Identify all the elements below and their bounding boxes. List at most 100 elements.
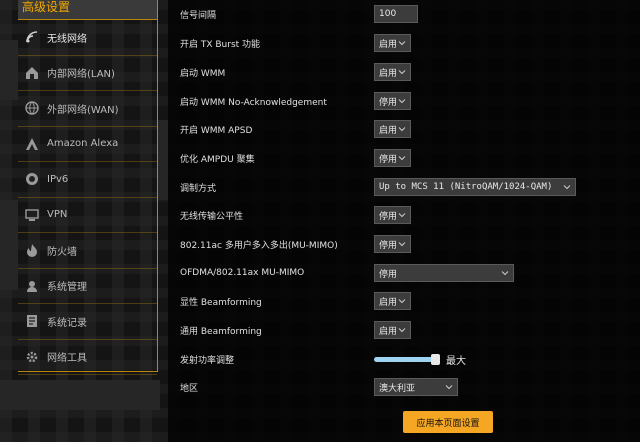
wifi-icon: [24, 29, 40, 45]
sidebar-item-firewall[interactable]: 防火墙: [18, 233, 157, 269]
select-value: 启用: [379, 39, 398, 50]
sidebar-item-label: 网络工具: [47, 353, 87, 365]
tx-power-level: 最大: [446, 355, 466, 367]
sidebar-item-wireless[interactable]: 无线网络: [18, 20, 157, 56]
select-value: 停用: [379, 240, 398, 251]
select-value: 启用: [379, 297, 398, 308]
explicit-beamforming-select[interactable]: 启用: [374, 292, 411, 311]
sidebar-item-ipv6[interactable]: IPv6: [18, 162, 157, 198]
wmm-select[interactable]: 启用: [374, 63, 411, 82]
globe-icon: [24, 100, 40, 116]
sidebar-item-label: 外部网络(WAN): [47, 104, 119, 116]
setting-label: 调制方式: [180, 183, 217, 194]
ipv6-icon: [24, 171, 40, 187]
chevron-down-icon: [398, 156, 406, 161]
tx-burst-select[interactable]: 启用: [374, 34, 411, 53]
setting-label: 地区: [180, 383, 199, 394]
setting-row-wmm: 启动 WMM 启用: [180, 58, 630, 87]
region-select[interactable]: 澳大利亚: [374, 378, 458, 397]
chevron-down-icon: [398, 127, 406, 132]
select-value: Up to MCS 11 (NitroQAM/1024-QAM): [379, 182, 553, 193]
select-value: 澳大利亚: [379, 383, 416, 394]
wmm-apsd-select[interactable]: 启用: [374, 120, 411, 139]
setting-label: 通用 Beamforming: [180, 326, 262, 337]
setting-label: 802.11ac 多用户多入多出(MU-MIMO): [180, 240, 338, 251]
setting-label: 信号间隔: [180, 10, 217, 21]
sidebar-item-label: 系统记录: [47, 317, 87, 329]
setting-label: 优化 AMPDU 聚集: [180, 154, 255, 165]
chevron-down-icon: [501, 271, 509, 276]
slider-thumb[interactable]: [431, 353, 440, 365]
chevron-down-icon: [398, 41, 406, 46]
wmm-noack-select[interactable]: 停用: [374, 92, 411, 111]
slider-track[interactable]: [374, 353, 440, 365]
setting-label: 无线传输公平性: [180, 211, 244, 222]
sidebar-item-admin[interactable]: 系统管理: [18, 269, 157, 304]
setting-label: OFDMA/802.11ax MU-MIMO: [180, 268, 305, 279]
sidebar-item-label: 无线网络: [47, 33, 87, 45]
sidebar-item-label: 系统管理: [47, 282, 87, 294]
setting-row-tx-burst: 开启 TX Burst 功能 启用: [180, 29, 630, 58]
sidebar-item-alexa[interactable]: Amazon Alexa: [18, 127, 157, 162]
setting-row-ampdu: 优化 AMPDU 聚集 停用: [180, 144, 630, 173]
setting-row-ofdma: OFDMA/802.11ax MU-MIMO 停用: [180, 259, 630, 288]
setting-label: 开启 TX Burst 功能: [180, 39, 261, 50]
setting-row-region: 地区 澳大利亚: [180, 373, 630, 402]
sidebar-item-label: VPN: [47, 209, 68, 221]
apply-settings-button[interactable]: 应用本页面设置: [403, 411, 493, 433]
beacon-interval-input[interactable]: 100: [374, 5, 418, 24]
alexa-icon: [24, 136, 40, 152]
setting-label: 显性 Beamforming: [180, 297, 262, 308]
setting-row-txpower: 发射功率调整 最大: [180, 345, 630, 374]
mumimo-select[interactable]: 停用: [374, 235, 411, 254]
chevron-down-icon: [398, 99, 406, 104]
sidebar-title: 高级设置: [18, 0, 157, 20]
select-value: 停用: [379, 211, 398, 222]
log-icon: [24, 313, 40, 329]
setting-row-modulation: 调制方式 Up to MCS 11 (NitroQAM/1024-QAM): [180, 173, 630, 202]
setting-label: 启动 WMM: [180, 68, 226, 79]
chevron-down-icon: [398, 299, 406, 304]
setting-row-wmm-noack: 启动 WMM No-Acknowledgement 停用: [180, 87, 630, 116]
sidebar: 高级设置 无线网络 内部网络(LAN) 外部网络(WAN) Amazon Ale…: [18, 0, 158, 375]
select-value: 启用: [379, 326, 398, 337]
select-value: 停用: [379, 97, 398, 108]
tx-power-slider[interactable]: 最大: [374, 352, 466, 367]
admin-icon: [24, 278, 40, 294]
sidebar-item-label: Amazon Alexa: [47, 138, 119, 150]
setting-row-airtime: 无线传输公平性 停用: [180, 201, 630, 230]
ampdu-select[interactable]: 停用: [374, 149, 411, 168]
vpn-icon: [24, 207, 40, 223]
universal-beamforming-select[interactable]: 启用: [374, 321, 411, 340]
settings-panel: 信号间隔 100 开启 TX Burst 功能 启用 启动 WMM 启用 启动 …: [168, 0, 640, 442]
select-value: 停用: [379, 154, 398, 165]
sidebar-item-tools[interactable]: 网络工具: [18, 340, 157, 375]
chevron-down-icon: [398, 328, 406, 333]
chevron-down-icon: [563, 185, 571, 190]
sidebar-item-vpn[interactable]: VPN: [18, 198, 157, 233]
chevron-down-icon: [398, 70, 406, 75]
setting-row-implicit-bf: 通用 Beamforming 启用: [180, 316, 630, 345]
select-value: 启用: [379, 125, 398, 136]
home-icon: [24, 65, 40, 81]
setting-label: 开启 WMM APSD: [180, 125, 253, 136]
airtime-fairness-select[interactable]: 停用: [374, 206, 411, 225]
sidebar-item-log[interactable]: 系统记录: [18, 304, 157, 340]
sidebar-item-label: IPv6: [47, 173, 69, 185]
setting-label: 发射功率调整: [180, 355, 235, 366]
modulation-select[interactable]: Up to MCS 11 (NitroQAM/1024-QAM): [374, 178, 576, 197]
chevron-down-icon: [445, 385, 453, 390]
select-value: 停用: [379, 269, 398, 280]
ofdma-select[interactable]: 停用: [374, 264, 514, 283]
setting-row-wmm-apsd: 开启 WMM APSD 启用: [180, 115, 630, 144]
sidebar-item-label: 防火墙: [47, 246, 77, 258]
sidebar-item-wan[interactable]: 外部网络(WAN): [18, 91, 157, 127]
sidebar-item-lan[interactable]: 内部网络(LAN): [18, 56, 157, 91]
setting-row-beacon: 信号间隔 100: [180, 0, 630, 29]
sidebar-item-label: 内部网络(LAN): [47, 69, 115, 81]
setting-row-explicit-bf: 显性 Beamforming 启用: [180, 287, 630, 316]
firewall-icon: [24, 242, 40, 258]
chevron-down-icon: [398, 242, 406, 247]
setting-label: 启动 WMM No-Acknowledgement: [180, 97, 327, 108]
setting-row-mumimo: 802.11ac 多用户多入多出(MU-MIMO) 停用: [180, 230, 630, 259]
